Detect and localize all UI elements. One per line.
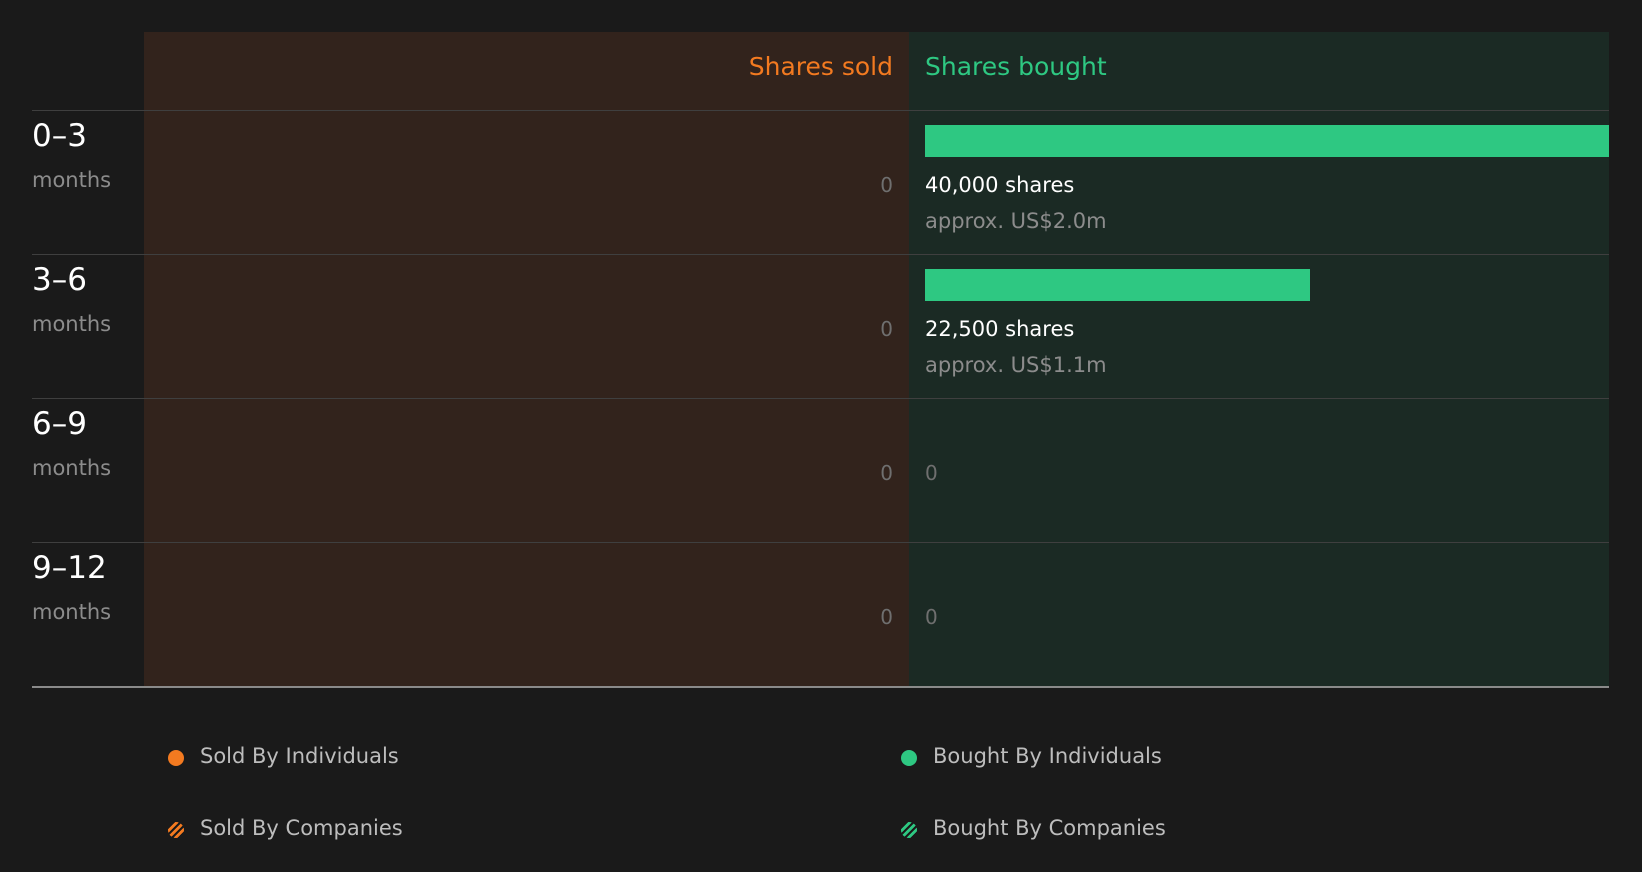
approx-value: approx. US$2.0m bbox=[925, 209, 1107, 233]
legend-label: Sold By Individuals bbox=[200, 744, 399, 768]
shares-bought-header: Shares bought bbox=[925, 52, 1107, 81]
chart-row: 9–12 months 0 0 bbox=[0, 542, 1642, 686]
period-label: 9–12 bbox=[32, 550, 107, 586]
shares-bought-value: 0 bbox=[925, 461, 938, 485]
green-hatched-dot-icon bbox=[901, 822, 917, 838]
orange-dot-icon bbox=[168, 750, 184, 766]
shares-bought-value: 40,000 shares bbox=[925, 173, 1075, 197]
orange-hatched-dot-icon bbox=[168, 822, 184, 838]
insider-trading-chart: Shares sold Shares bought 0–3 months 0 40,0… bbox=[0, 0, 1642, 700]
period-label: 0–3 bbox=[32, 118, 87, 154]
period-unit-label: months bbox=[32, 312, 112, 336]
x-axis-line bbox=[32, 686, 1609, 688]
shares-sold-value: 0 bbox=[880, 173, 893, 197]
legend-label: Bought By Companies bbox=[933, 816, 1166, 840]
legend-label: Bought By Individuals bbox=[933, 744, 1162, 768]
shares-sold-value: 0 bbox=[880, 317, 893, 341]
shares-bought-value: 22,500 shares bbox=[925, 317, 1075, 341]
bought-bar[interactable] bbox=[925, 125, 1609, 157]
period-unit-label: months bbox=[32, 168, 112, 192]
chart-row: 6–9 months 0 0 bbox=[0, 398, 1642, 542]
period-unit-label: months bbox=[32, 600, 112, 624]
approx-value: approx. US$1.1m bbox=[925, 353, 1107, 377]
period-label: 3–6 bbox=[32, 262, 87, 298]
shares-sold-value: 0 bbox=[880, 461, 893, 485]
shares-bought-value: 0 bbox=[925, 605, 938, 629]
bought-bar[interactable] bbox=[925, 269, 1310, 301]
period-label: 6–9 bbox=[32, 406, 87, 442]
chart-row: 0–3 months 0 40,000 shares approx. US$2.0m bbox=[0, 110, 1642, 254]
period-unit-label: months bbox=[32, 456, 112, 480]
chart-row: 3–6 months 0 22,500 shares approx. US$1.1m bbox=[0, 254, 1642, 398]
legend-label: Sold By Companies bbox=[200, 816, 403, 840]
shares-sold-header: Shares sold bbox=[748, 52, 893, 81]
shares-sold-value: 0 bbox=[880, 605, 893, 629]
green-dot-icon bbox=[901, 750, 917, 766]
